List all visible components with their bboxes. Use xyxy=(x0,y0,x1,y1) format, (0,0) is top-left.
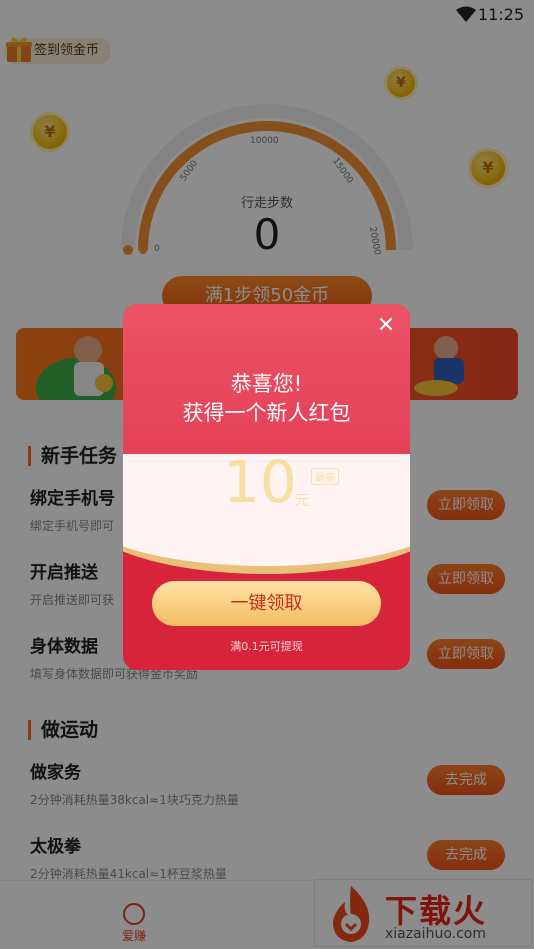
max-tag: 最高 xyxy=(311,468,339,485)
modal-title-line2: 获得一个新人红包 xyxy=(182,401,351,425)
reward-amount: 10 xyxy=(223,448,297,516)
red-envelope-modal: ✕ 恭喜您! 获得一个新人红包 10 最高 元 一键领取 满0.1元可提现 xyxy=(123,304,410,670)
reward-unit: 元 xyxy=(295,493,309,509)
claim-all-button[interactable]: 一键领取 xyxy=(152,581,381,626)
modal-title: 恭喜您! 获得一个新人红包 xyxy=(123,370,410,428)
withdraw-note: 满0.1元可提现 xyxy=(230,640,303,653)
modal-title-line1: 恭喜您! xyxy=(230,372,303,396)
close-icon[interactable]: ✕ xyxy=(376,315,396,337)
